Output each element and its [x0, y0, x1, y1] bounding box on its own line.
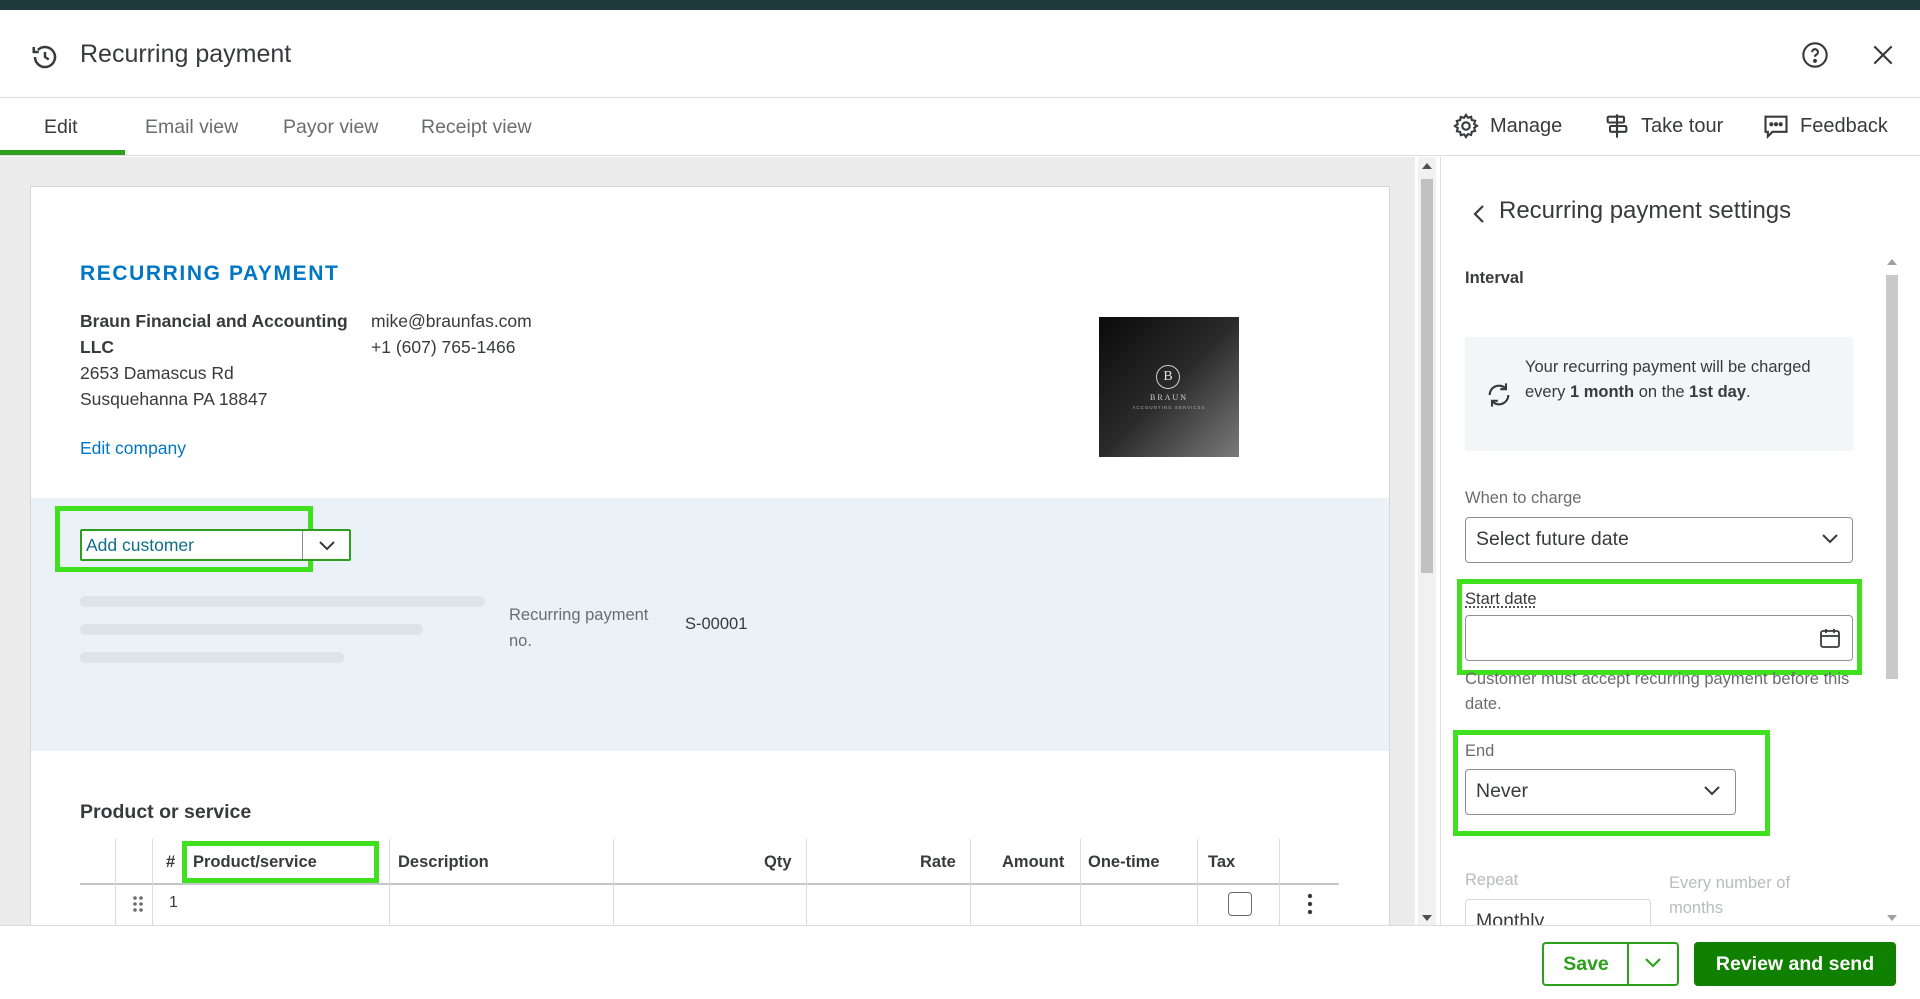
end-select[interactable]: Never	[1465, 769, 1736, 815]
more-options-icon[interactable]	[1307, 893, 1313, 915]
chevron-down-icon	[1822, 534, 1838, 544]
interval-heading: Interval	[1465, 269, 1524, 287]
payment-document: RECURRING PAYMENT Braun Financial and Ac…	[30, 186, 1390, 925]
loading-placeholder	[80, 596, 485, 607]
every-months-label: Every number of months	[1669, 874, 1791, 917]
tab-receipt-view[interactable]: Receipt view	[421, 116, 532, 139]
recurring-no-label: Recurring payment no.	[509, 606, 649, 650]
start-date-help-text: Customer must accept recurring payment b…	[1465, 670, 1850, 713]
start-date-label: Start date	[1465, 590, 1537, 608]
feedback-button[interactable]: Feedback	[1762, 112, 1888, 140]
recurring-settings-panel: Recurring payment settings Interval Your…	[1440, 157, 1920, 925]
help-icon[interactable]	[1801, 41, 1829, 69]
tab-email-view[interactable]: Email view	[145, 116, 238, 139]
page-header: Recurring payment	[0, 10, 1920, 98]
history-icon	[32, 45, 57, 69]
document-scrollbar[interactable]	[1418, 157, 1436, 925]
loading-placeholder	[80, 652, 344, 663]
document-title: RECURRING PAYMENT	[80, 262, 340, 285]
info-text-part: on the	[1634, 383, 1690, 401]
start-date-input[interactable]	[1465, 615, 1853, 661]
scroll-down-arrow[interactable]	[1887, 915, 1897, 921]
repeat-value: Monthly	[1476, 910, 1545, 925]
table-row[interactable]	[80, 885, 1339, 925]
col-header-description: Description	[398, 853, 489, 871]
when-to-charge-label: When to charge	[1465, 489, 1582, 507]
row-number: 1	[169, 894, 178, 911]
take-tour-label: Take tour	[1641, 114, 1724, 137]
logo-subtitle: ACCOUNTING SERVICES	[1132, 405, 1206, 410]
tab-edit[interactable]: Edit	[44, 116, 78, 139]
col-header-qty: Qty	[764, 853, 792, 871]
company-contact: mike@braunfas.com +1 (607) 765-1466	[371, 308, 532, 360]
company-address-line2: Susquehanna PA 18847	[80, 389, 268, 409]
manage-label: Manage	[1490, 114, 1563, 137]
chevron-down-icon	[1645, 957, 1661, 968]
sync-icon	[1488, 383, 1510, 407]
company-email: mike@braunfas.com	[371, 311, 532, 331]
chevron-down-icon[interactable]	[317, 537, 337, 553]
tax-checkbox[interactable]	[1228, 892, 1252, 916]
signpost-icon	[1606, 114, 1628, 138]
interval-info-text: Your recurring payment will be charged e…	[1525, 355, 1825, 405]
scroll-down-arrow[interactable]	[1422, 915, 1432, 921]
end-value: Never	[1476, 780, 1529, 802]
save-options-button[interactable]	[1627, 942, 1679, 986]
drag-handle-icon[interactable]	[131, 894, 145, 914]
info-day-bold: 1st day	[1689, 383, 1747, 401]
dropdown-divider	[302, 531, 303, 559]
logo-name: BRAUN	[1149, 393, 1188, 402]
col-header-rate: Rate	[920, 853, 956, 871]
scrollbar-thumb[interactable]	[1421, 179, 1433, 573]
company-logo: B BRAUN ACCOUNTING SERVICES	[1099, 317, 1239, 457]
chat-bubble-icon	[1764, 115, 1788, 140]
feedback-label: Feedback	[1800, 114, 1888, 137]
save-button[interactable]: Save	[1542, 942, 1628, 986]
scroll-up-arrow[interactable]	[1422, 163, 1432, 169]
when-to-charge-select[interactable]: Select future date	[1465, 517, 1853, 563]
gear-icon	[1453, 113, 1479, 140]
active-tab-indicator	[0, 150, 125, 155]
document-area: RECURRING PAYMENT Braun Financial and Ac…	[0, 157, 1415, 925]
page-title: Recurring payment	[80, 40, 292, 68]
col-header-product-service: Product/service	[193, 853, 317, 871]
col-header-tax: Tax	[1208, 853, 1236, 871]
recurring-no-value: S-00001	[685, 615, 748, 633]
top-accent-bar	[0, 0, 1920, 10]
info-text-part: .	[1746, 383, 1751, 401]
repeat-label: Repeat	[1465, 871, 1519, 889]
edit-company-link[interactable]: Edit company	[80, 438, 186, 459]
footer-bar: Save Review and send	[0, 925, 1920, 999]
scrollbar-thumb[interactable]	[1886, 275, 1898, 679]
loading-placeholder	[80, 624, 423, 635]
company-address-line1: 2653 Damascus Rd	[80, 363, 234, 383]
products-title: Product or service	[80, 801, 252, 823]
calendar-icon[interactable]	[1818, 626, 1842, 650]
scroll-up-arrow[interactable]	[1887, 259, 1897, 265]
end-label: End	[1465, 742, 1495, 760]
logo-letter: B	[1156, 365, 1180, 389]
info-interval-bold: 1 month	[1569, 383, 1635, 401]
view-tabs: Edit Email view Payor view Receipt view …	[0, 98, 1920, 156]
company-phone: +1 (607) 765-1466	[371, 337, 516, 357]
company-block: Braun Financial and Accounting LLC 2653 …	[80, 308, 360, 412]
take-tour-button[interactable]: Take tour	[1603, 112, 1723, 140]
close-icon[interactable]	[1870, 42, 1896, 68]
panel-scrollbar[interactable]	[1884, 255, 1900, 925]
company-name: Braun Financial and Accounting LLC	[80, 311, 348, 357]
col-header-one-time: One-time	[1088, 853, 1160, 871]
manage-button[interactable]: Manage	[1452, 112, 1562, 140]
chevron-down-icon	[1704, 786, 1720, 796]
tab-payor-view[interactable]: Payor view	[283, 116, 378, 139]
review-and-send-button[interactable]: Review and send	[1694, 942, 1896, 986]
repeat-select[interactable]: Monthly	[1465, 899, 1651, 925]
back-chevron-icon[interactable]	[1471, 203, 1487, 225]
customer-dropdown-value: Add customer	[86, 535, 194, 555]
interval-info-box: Your recurring payment will be charged e…	[1465, 337, 1853, 451]
col-header-number: #	[166, 853, 176, 871]
customer-dropdown[interactable]: Add customer	[80, 529, 351, 561]
col-header-amount: Amount	[1002, 853, 1065, 871]
panel-title: Recurring payment settings	[1499, 197, 1792, 224]
when-to-charge-value: Select future date	[1476, 528, 1629, 550]
